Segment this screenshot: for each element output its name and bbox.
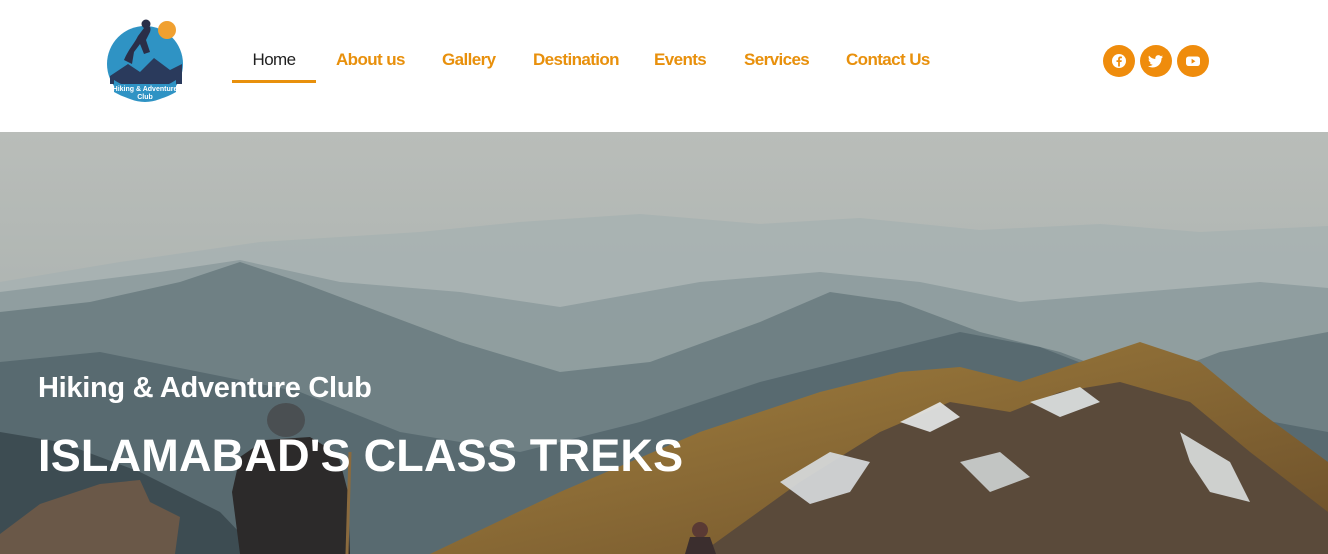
nav-active-underline bbox=[232, 80, 316, 83]
youtube-icon bbox=[1186, 56, 1200, 66]
logo-text: Hiking & Adventure Club bbox=[104, 86, 186, 102]
club-logo[interactable]: Hiking & Adventure Club bbox=[104, 14, 186, 106]
hero-title: ISLAMABAD'S CLASS TREKS bbox=[38, 430, 684, 481]
nav-item-gallery[interactable]: Gallery bbox=[442, 50, 496, 84]
nav-item-label: Contact Us bbox=[846, 50, 930, 69]
nav-item-label: Destination bbox=[533, 50, 620, 69]
nav-item-label: Home bbox=[252, 50, 297, 69]
nav-item-services[interactable]: Services bbox=[744, 50, 810, 84]
facebook-icon bbox=[1112, 54, 1126, 68]
facebook-button[interactable] bbox=[1103, 45, 1135, 77]
youtube-button[interactable] bbox=[1177, 45, 1209, 77]
twitter-button[interactable] bbox=[1140, 45, 1172, 77]
nav-item-label: About us bbox=[336, 50, 405, 69]
nav-item-label: Gallery bbox=[442, 50, 496, 69]
nav-item-events[interactable]: Events bbox=[654, 50, 707, 84]
logo-text-line1: Hiking & Adventure bbox=[112, 86, 178, 93]
logo-text-line2: Club bbox=[137, 94, 153, 101]
hero-subtitle: Hiking & Adventure Club bbox=[38, 372, 372, 404]
nav-item-destination[interactable]: Destination bbox=[533, 50, 620, 84]
mountain-landscape-image bbox=[0, 132, 1328, 554]
nav-item-label: Services bbox=[744, 50, 810, 69]
nav-item-label: Events bbox=[654, 50, 707, 69]
hero-banner: Hiking & Adventure Club ISLAMABAD'S CLAS… bbox=[0, 132, 1328, 554]
site-header: Hiking & Adventure Club Home About us Ga… bbox=[0, 0, 1328, 132]
nav-item-about-us[interactable]: About us bbox=[336, 50, 405, 84]
nav-item-contact-us[interactable]: Contact Us bbox=[846, 50, 930, 84]
twitter-icon bbox=[1148, 55, 1163, 68]
nav-item-home[interactable]: Home bbox=[232, 50, 316, 84]
